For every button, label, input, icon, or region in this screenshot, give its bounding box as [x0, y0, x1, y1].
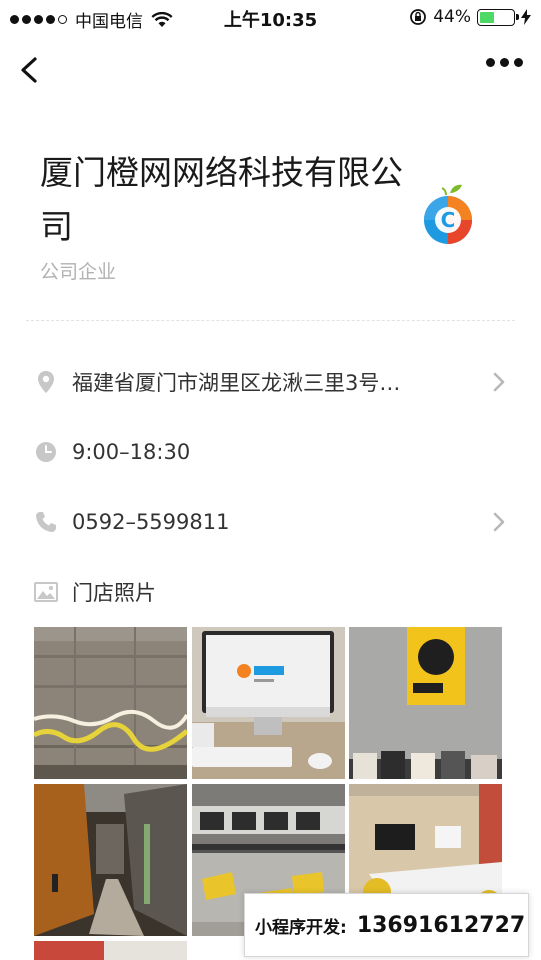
battery-percent: 44%: [433, 7, 471, 27]
store-photo[interactable]: [34, 627, 187, 779]
battery-icon: [477, 8, 519, 26]
logo-letter: C: [441, 208, 456, 232]
store-photo[interactable]: [34, 784, 187, 936]
nav-bar: [0, 40, 541, 100]
category-label: 公司企业: [40, 261, 117, 283]
phone-row[interactable]: 0592–5599811: [34, 500, 507, 544]
location-pin-icon: [34, 370, 58, 394]
phone-icon: [34, 510, 58, 534]
status-bar: 中国电信 上午10:35 44%: [0, 0, 541, 36]
chevron-right-icon: [493, 512, 505, 532]
battery-fill: [480, 11, 495, 23]
more-button[interactable]: [486, 58, 523, 67]
company-logo: C: [422, 183, 474, 245]
status-right: 44%: [409, 7, 531, 27]
hours-row: 9:00–18:30: [34, 430, 507, 474]
more-dots-icon: [486, 58, 495, 67]
back-chevron-icon: [21, 57, 37, 83]
back-button[interactable]: [12, 50, 52, 90]
photos-header: 门店照片: [34, 570, 507, 614]
address-row[interactable]: 福建省厦门市湖里区龙湫三里3号…: [34, 360, 507, 404]
charging-icon: [521, 9, 531, 25]
developer-label: 小程序开发:: [255, 917, 347, 938]
clock-icon: [34, 440, 58, 464]
store-photo[interactable]: [349, 627, 502, 779]
developer-contact-banner[interactable]: 小程序开发: 13691612727: [244, 893, 529, 957]
page-title: 厦门橙网网络科技有限公司: [40, 153, 403, 246]
store-photo[interactable]: [34, 941, 187, 960]
header-divider: [26, 320, 515, 321]
phone-text: 0592–5599811: [72, 510, 230, 534]
developer-phone: 13691612727: [356, 912, 526, 938]
orientation-lock-icon: [410, 9, 427, 25]
address-text: 福建省厦门市湖里区龙湫三里3号…: [72, 371, 401, 395]
image-icon: [34, 580, 58, 604]
store-photo[interactable]: [192, 627, 345, 779]
hours-text: 9:00–18:30: [72, 440, 191, 464]
chevron-right-icon: [493, 372, 505, 392]
photos-label: 门店照片: [72, 581, 156, 605]
